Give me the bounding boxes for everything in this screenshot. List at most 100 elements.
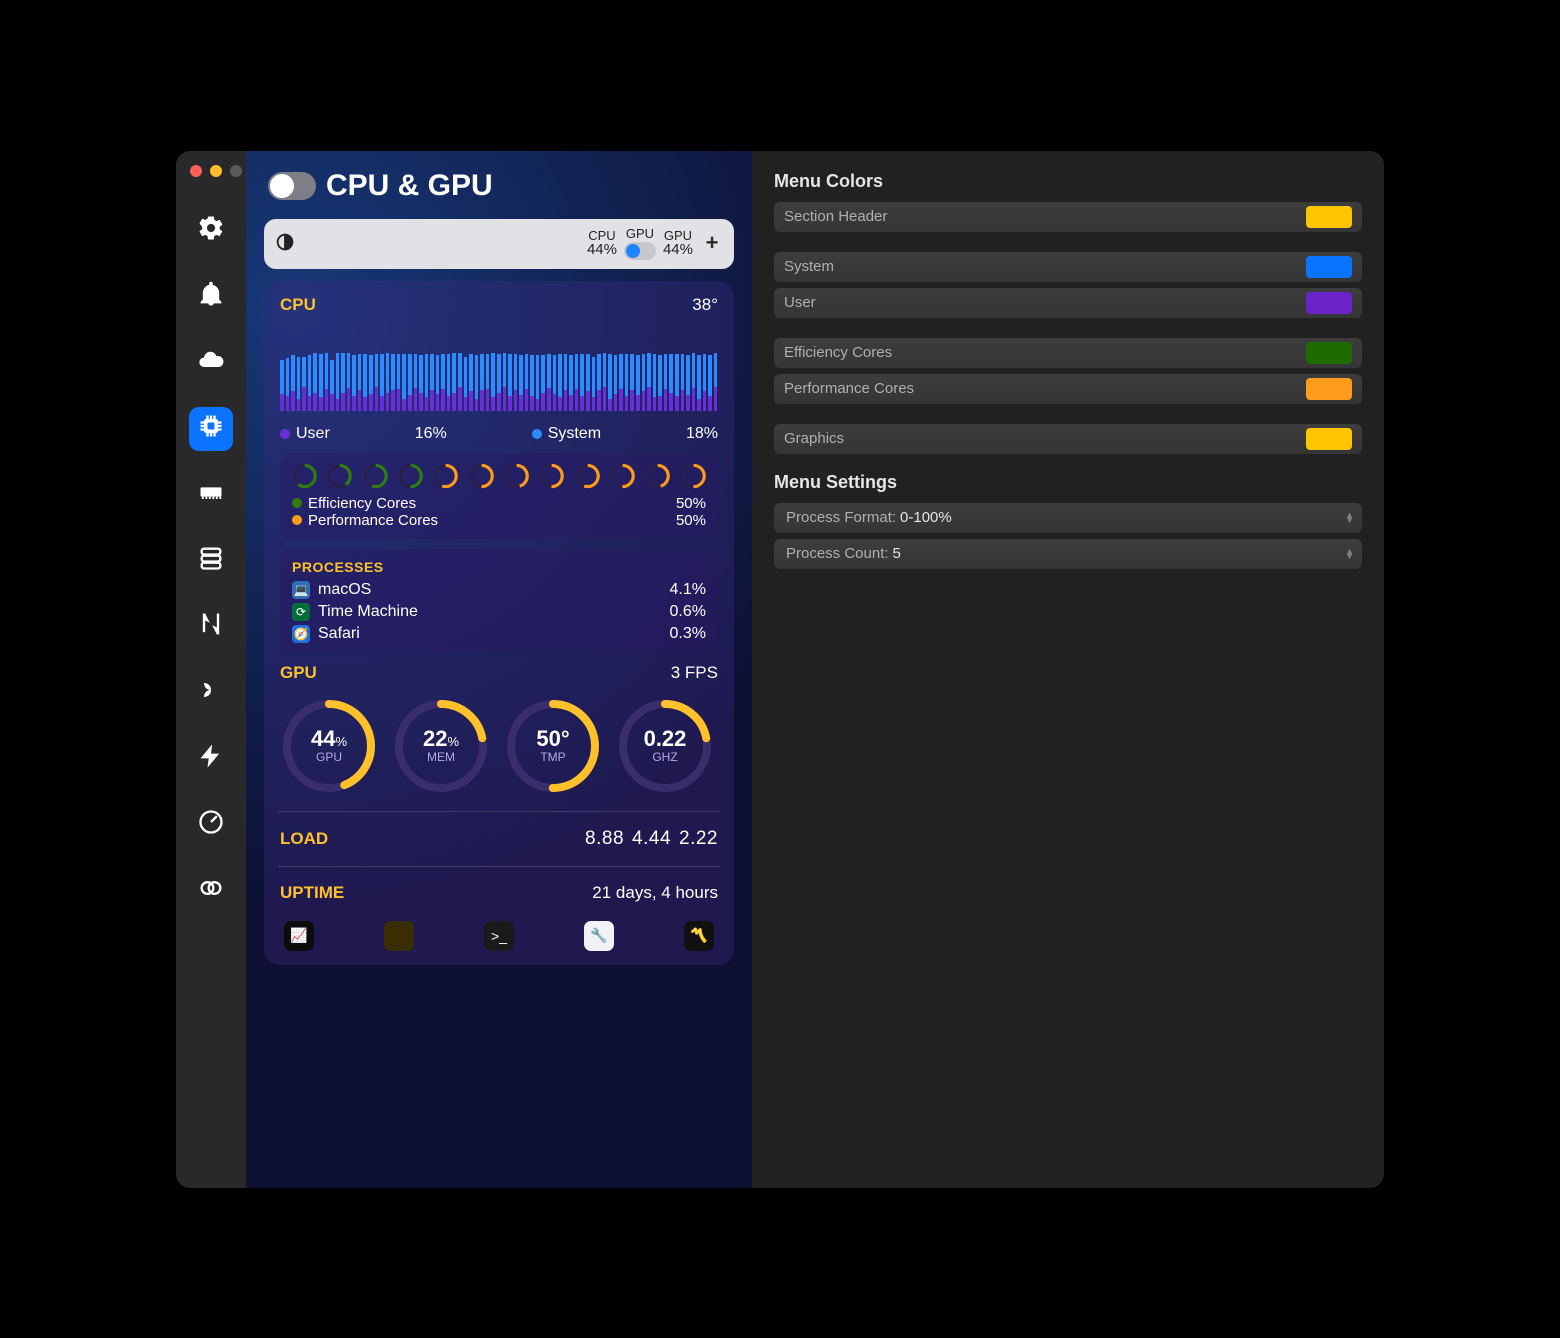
chart-bar: [464, 357, 468, 411]
color-swatch[interactable]: [1306, 292, 1352, 314]
legend-system-value: 18%: [686, 425, 718, 443]
window-minimize-button[interactable]: [210, 165, 222, 177]
color-setting-label: System: [784, 258, 834, 275]
sidebar-item-network[interactable]: [189, 605, 233, 649]
menubar-gpu-toggle[interactable]: GPU: [624, 227, 656, 261]
gpu-ring: 22%MEM: [392, 697, 490, 795]
chart-bar: [352, 355, 356, 410]
color-setting-row[interactable]: Performance Cores: [774, 374, 1362, 404]
legend-user-value: 16%: [415, 425, 447, 443]
load-label: LOAD: [280, 829, 328, 849]
core-ring-icon: [433, 463, 458, 489]
dock-app-icon[interactable]: 📈: [284, 921, 314, 951]
core-ring-icon: [575, 463, 600, 489]
color-swatch[interactable]: [1306, 342, 1352, 364]
chart-bar: [681, 354, 685, 410]
chart-bar: [575, 354, 579, 410]
cores-box: Efficiency Cores50% Performance Cores50%: [280, 453, 718, 539]
cpu-section-label: CPU: [280, 295, 316, 315]
color-setting-row[interactable]: User: [774, 288, 1362, 318]
chart-bar: [697, 355, 701, 410]
divider: [278, 811, 720, 812]
chart-bar: [436, 355, 440, 410]
setting-select[interactable]: Process Format: 0-100%▲▼: [774, 503, 1362, 533]
cloud-icon: [197, 346, 225, 379]
sidebar-item-combined[interactable]: [189, 869, 233, 913]
sidebar-item-disk[interactable]: [189, 539, 233, 583]
chart-bar: [642, 354, 646, 410]
color-swatch[interactable]: [1306, 206, 1352, 228]
dock-app-icon[interactable]: 🔧: [584, 921, 614, 951]
window-zoom-button[interactable]: [230, 165, 242, 177]
chart-bar: [547, 354, 551, 410]
chart-bar: [558, 354, 562, 410]
chart-bar: [708, 355, 712, 410]
color-swatch[interactable]: [1306, 428, 1352, 450]
chart-bar: [391, 354, 395, 410]
process-row: ⟳Time Machine0.6%: [292, 603, 706, 621]
chart-bar: [491, 353, 495, 411]
sidebar: [176, 151, 246, 1188]
chart-bar: [636, 355, 640, 410]
sidebar-item-fans[interactable]: [189, 671, 233, 715]
section-enable-toggle[interactable]: [268, 172, 316, 200]
sidebar-item-settings[interactable]: [189, 209, 233, 253]
fan-icon: [197, 676, 225, 709]
sidebar-item-sensors[interactable]: [189, 803, 233, 847]
menubar-cpu[interactable]: CPU44%: [587, 229, 617, 258]
processes-box: PROCESSES 💻macOS4.1%⟳Time Machine0.6%🧭Sa…: [280, 549, 718, 653]
add-menubar-item-button[interactable]: +: [700, 231, 724, 255]
color-swatch[interactable]: [1306, 378, 1352, 400]
color-swatch[interactable]: [1306, 256, 1352, 278]
chart-bar: [347, 353, 351, 411]
color-setting-row[interactable]: Section Header: [774, 202, 1362, 232]
menubar-gpu[interactable]: GPU44%: [663, 229, 693, 258]
gpu-ring: 50°TMP: [504, 697, 602, 795]
chart-bar: [291, 355, 295, 410]
perf-cores-label: Performance Cores: [308, 512, 438, 529]
chart-bar: [564, 354, 568, 410]
core-ring-icon: [645, 463, 670, 489]
chart-bar: [414, 354, 418, 410]
chart-bar: [669, 354, 673, 410]
dock-app-icon[interactable]: [384, 921, 414, 951]
color-setting-row[interactable]: Graphics: [774, 424, 1362, 454]
chart-bar: [486, 354, 490, 410]
chart-bar: [497, 354, 501, 410]
settings-panel: Menu Colors Section Header System User Effi…: [752, 151, 1384, 1188]
color-setting-row[interactable]: System: [774, 252, 1362, 282]
dock-app-icon[interactable]: 〽️: [684, 921, 714, 951]
color-setting-label: Section Header: [784, 208, 887, 225]
chart-bar: [541, 355, 545, 410]
sidebar-item-weather[interactable]: [189, 341, 233, 385]
processes-title: PROCESSES: [292, 559, 706, 575]
chart-bar: [336, 353, 340, 411]
sidebar-item-power[interactable]: [189, 737, 233, 781]
chart-bar: [286, 358, 290, 411]
window-close-button[interactable]: [190, 165, 202, 177]
chart-bar: [586, 354, 590, 410]
chart-bar: [447, 354, 451, 410]
chart-bar: [525, 354, 529, 410]
bolt-icon: [197, 742, 225, 775]
color-setting-row[interactable]: Efficiency Cores: [774, 338, 1362, 368]
cpu-gpu-card: CPU38° User 16% System 18% Efficiency Co…: [264, 281, 734, 965]
sidebar-item-alerts[interactable]: [189, 275, 233, 319]
menu-colors-title: Menu Colors: [774, 171, 1362, 192]
preview-panel: CPU & GPU CPU44% GPU GPU44% + CPU38° Use…: [246, 151, 752, 1188]
chart-bar: [330, 360, 334, 410]
dock-app-icon[interactable]: >_: [484, 921, 514, 951]
chart-bar: [308, 355, 312, 410]
chart-bar: [608, 354, 612, 410]
chart-bar: [319, 354, 323, 410]
color-setting-label: User: [784, 294, 816, 311]
chevron-updown-icon: ▲▼: [1345, 513, 1354, 523]
gpu-section-label: GPU: [280, 663, 317, 683]
chart-bar: [369, 355, 373, 410]
theme-icon[interactable]: [274, 231, 296, 257]
setting-select[interactable]: Process Count: 5▲▼: [774, 539, 1362, 569]
sidebar-item-memory[interactable]: [189, 473, 233, 517]
page-title: CPU & GPU: [326, 169, 493, 203]
sidebar-item-cpu-gpu[interactable]: [189, 407, 233, 451]
app-window: CPU & GPU CPU44% GPU GPU44% + CPU38° Use…: [176, 151, 1384, 1188]
